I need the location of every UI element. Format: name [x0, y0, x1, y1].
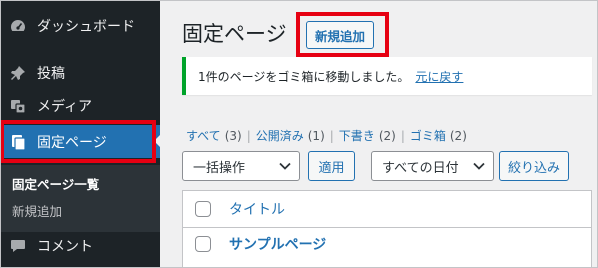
filter-count: (2)	[378, 128, 396, 143]
undo-link[interactable]: 元に戻す	[415, 68, 463, 85]
row-checkbox[interactable]	[195, 236, 211, 252]
filter-drafts-link[interactable]: 下書き	[339, 127, 375, 144]
apply-button[interactable]: 適用	[308, 151, 355, 181]
sidebar-item-label: メディア	[37, 99, 93, 115]
submenu-item-add-new[interactable]: 新規追加	[12, 201, 62, 220]
table-row: サンプルページ	[183, 234, 591, 254]
success-notice: 1件のページをゴミ箱に移動しました。 元に戻す	[182, 57, 592, 95]
sidebar-item-comments[interactable]: コメント	[0, 230, 160, 262]
filter-count: (1)	[307, 128, 325, 143]
date-filter-value: すべての日付	[382, 160, 459, 176]
pages-submenu: 固定ページ一覧 新規追加	[0, 165, 160, 232]
chevron-down-icon	[279, 159, 291, 174]
filter-trash-link[interactable]: ゴミ箱	[410, 127, 446, 144]
status-filter-links: すべて (3) | 公開済み (1) | 下書き (2) | ゴミ箱 (2)	[186, 127, 467, 144]
select-all-checkbox[interactable]	[195, 201, 211, 217]
filter-count: (2)	[449, 128, 467, 143]
filter-all-link[interactable]: すべて	[186, 127, 221, 144]
table-divider	[183, 227, 591, 228]
notice-message: 1件のページをゴミ箱に移動しました。	[198, 69, 410, 84]
comment-icon	[9, 237, 27, 255]
bulk-action-value: 一括操作	[193, 160, 246, 176]
sidebar-item-label: コメント	[37, 239, 93, 255]
sidebar-item-label: ダッシュボード	[37, 19, 135, 35]
main-content: 固定ページ 新規追加 1件のページをゴミ箱に移動しました。 元に戻す すべて (…	[160, 0, 598, 268]
chevron-down-icon	[473, 159, 485, 174]
media-icon	[9, 97, 27, 115]
sidebar-item-posts[interactable]: 投稿	[0, 57, 160, 89]
sidebar-item-label: 投稿	[37, 66, 65, 82]
sidebar-item-media[interactable]: メディア	[0, 90, 160, 122]
pages-icon	[9, 133, 27, 151]
dashboard-icon	[9, 17, 27, 35]
date-filter-select[interactable]: すべての日付	[371, 151, 494, 181]
row-title-link[interactable]: サンプルページ	[229, 234, 326, 254]
filter-published-link[interactable]: 公開済み	[256, 127, 304, 144]
filter-separator: |	[400, 128, 405, 143]
pushpin-icon	[9, 64, 27, 82]
bulk-action-select[interactable]: 一括操作	[182, 151, 300, 181]
admin-sidebar: ダッシュボード 投稿 メディア 固定ページ 固定ページ一覧 新規追加 コメント	[0, 0, 160, 268]
table-header-row: タイトル	[183, 199, 591, 219]
column-title-header[interactable]: タイトル	[229, 199, 285, 219]
sidebar-item-label: 固定ページ	[37, 134, 107, 151]
submenu-item-all-pages[interactable]: 固定ページ一覧	[12, 174, 99, 193]
filter-button[interactable]: 絞り込み	[499, 151, 569, 181]
page-title: 固定ページ	[182, 22, 287, 46]
sidebar-item-pages[interactable]: 固定ページ	[0, 125, 160, 158]
filter-separator: |	[329, 128, 334, 143]
add-new-button[interactable]: 新規追加	[306, 21, 375, 49]
sidebar-item-dashboard[interactable]: ダッシュボード	[0, 10, 160, 42]
filter-separator: |	[246, 128, 251, 143]
filter-count: (3)	[224, 128, 242, 143]
pages-table: タイトル サンプルページ	[182, 190, 592, 268]
